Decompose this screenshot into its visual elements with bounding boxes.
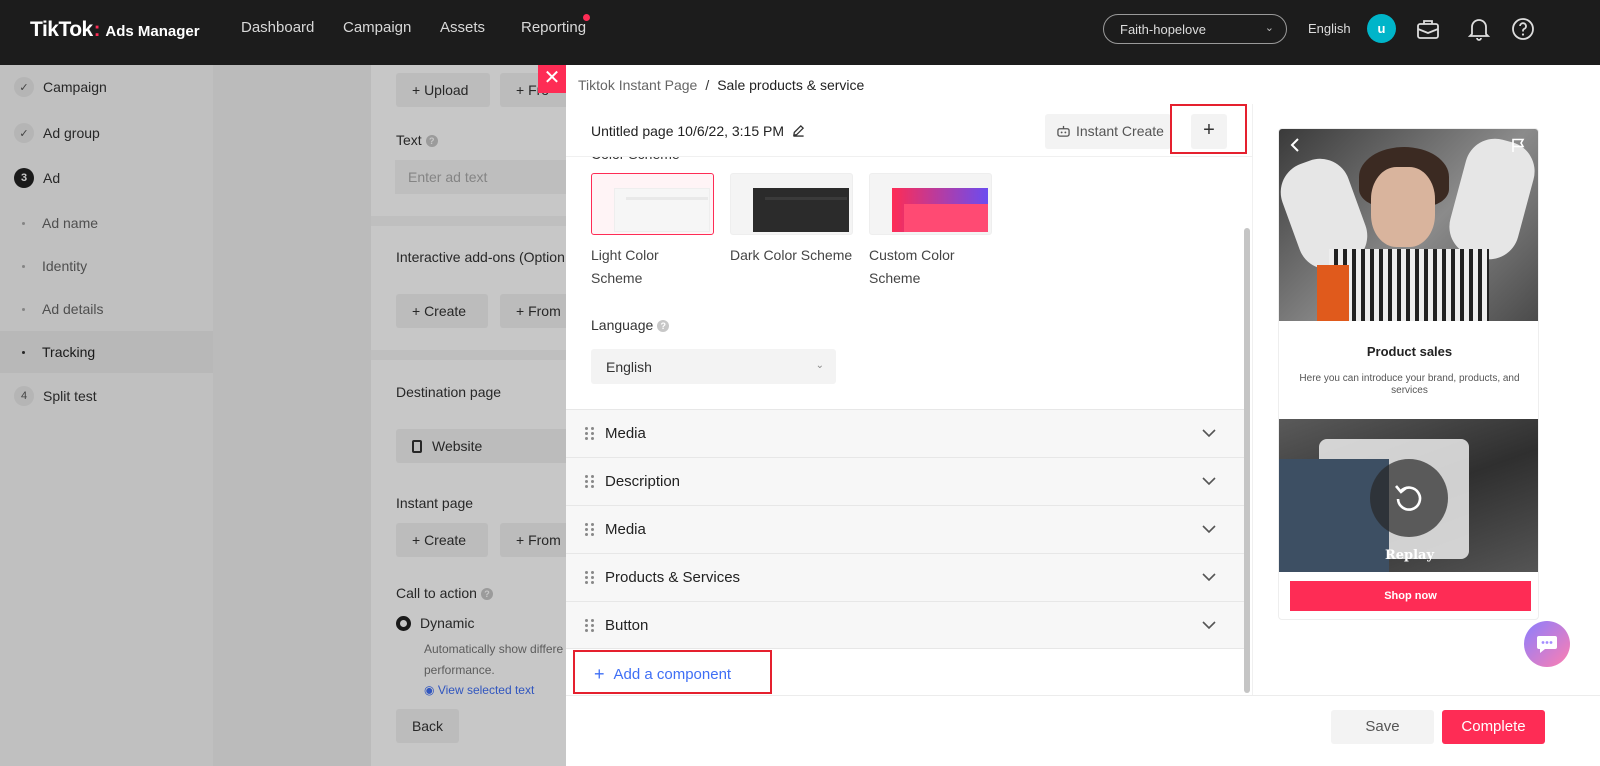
drag-handle-icon[interactable] — [585, 571, 595, 584]
breadcrumb-separator: / — [705, 77, 710, 93]
reporting-notification-dot — [583, 14, 590, 21]
page-title[interactable]: Untitled page 10/6/22, 3:15 PM — [591, 123, 805, 139]
chevron-down-icon[interactable] — [1202, 522, 1216, 536]
help-icon[interactable] — [1510, 16, 1536, 42]
chevron-down-icon: ⌄ — [1264, 22, 1274, 34]
breadcrumb-parent[interactable]: Tiktok Instant Page — [578, 77, 697, 93]
drag-handle-icon[interactable] — [585, 523, 595, 536]
account-selector[interactable]: Faith-hopelove ⌄ — [1103, 14, 1287, 44]
logo-sub-text: Ads Manager — [105, 23, 200, 40]
component-row-description[interactable]: Description — [566, 457, 1244, 505]
light-color-scheme-option[interactable] — [591, 173, 714, 235]
chat-support-button[interactable] — [1524, 621, 1570, 667]
back-arrow-icon[interactable] — [1289, 138, 1301, 152]
scheme-thumbnail — [753, 188, 849, 232]
shop-now-button[interactable]: Shop now — [1290, 581, 1531, 611]
bell-icon[interactable] — [1466, 16, 1492, 42]
scheme-thumbnail — [614, 188, 710, 232]
editor-scrollbar[interactable] — [1244, 228, 1250, 693]
image-detail — [1317, 265, 1349, 321]
help-icon[interactable]: ? — [657, 320, 670, 332]
component-row-media[interactable]: Media — [566, 505, 1244, 553]
scheme-thumbnail-line — [765, 197, 847, 200]
hero-image — [1279, 129, 1538, 321]
complete-button[interactable]: Complete — [1442, 710, 1545, 744]
highlight-box-add-component — [573, 650, 772, 694]
flag-icon[interactable] — [1511, 138, 1526, 153]
breadcrumb: Tiktok Instant Page / Sale products & serv… — [578, 77, 864, 93]
breadcrumb-current: Sale products & service — [717, 77, 865, 93]
modal-overlay[interactable] — [0, 65, 566, 766]
drag-handle-icon[interactable] — [585, 475, 595, 488]
save-button[interactable]: Save — [1331, 710, 1434, 744]
phone-preview: Product sales Here you can introduce you… — [1278, 128, 1539, 620]
close-drawer-button[interactable]: ✕ — [538, 65, 566, 93]
robot-icon — [1057, 125, 1070, 137]
logo-main-text: TikTok — [30, 18, 93, 41]
custom-color-scheme-option[interactable] — [869, 173, 992, 235]
component-row-media[interactable]: Media — [566, 409, 1244, 457]
preview-description: Here you can introduce your brand, produ… — [1299, 373, 1520, 396]
replay-label: Replay — [1384, 548, 1435, 563]
highlight-box-add-button — [1170, 104, 1247, 154]
dark-color-scheme-option[interactable] — [730, 173, 853, 235]
briefcase-icon[interactable] — [1415, 16, 1441, 42]
preview-video[interactable]: Replay — [1279, 419, 1538, 572]
drag-handle-icon[interactable] — [585, 618, 595, 632]
component-row-products-services[interactable]: Products & Services — [566, 553, 1244, 601]
chevron-down-icon[interactable] — [1202, 474, 1216, 488]
tiktok-ads-logo[interactable]: TikTok: Ads Manager — [30, 18, 200, 42]
language-switcher[interactable]: English — [1308, 21, 1351, 36]
logo-colon: : — [93, 19, 101, 41]
account-name: Faith-hopelove — [1120, 22, 1206, 37]
component-name: Button — [605, 616, 649, 634]
image-detail — [1371, 167, 1435, 247]
nav-assets[interactable]: Assets — [440, 19, 485, 36]
preview-title: Product sales — [1366, 344, 1453, 359]
drag-handle-icon[interactable] — [585, 427, 595, 440]
custom-scheme-name: Custom Color Scheme — [869, 247, 955, 286]
nav-campaign[interactable]: Campaign — [343, 19, 411, 36]
component-name: Products & Services — [605, 569, 741, 586]
chevron-down-icon[interactable] — [1202, 426, 1216, 440]
nav-dashboard[interactable]: Dashboard — [241, 19, 314, 36]
chevron-down-icon[interactable] — [1202, 618, 1216, 632]
dark-scheme-name: Dark Color Scheme — [730, 247, 853, 263]
light-scheme-name: Light Color Scheme — [591, 247, 659, 286]
chevron-down-icon: ⌄ — [815, 360, 824, 371]
scheme-thumbnail-line — [626, 197, 708, 200]
instant-create-button[interactable]: Instant Create — [1045, 114, 1171, 149]
language-select[interactable]: English ⌄ — [591, 349, 836, 384]
scheme-thumbnail-block — [904, 204, 988, 232]
component-name: Media — [605, 521, 646, 538]
nav-reporting[interactable]: Reporting — [521, 19, 586, 36]
instant-create-label: Instant Create — [1076, 123, 1164, 139]
language-label: Language? — [591, 317, 670, 333]
replay-icon[interactable] — [1392, 480, 1426, 514]
chat-icon — [1537, 636, 1557, 653]
edit-pencil-icon[interactable] — [792, 124, 805, 137]
component-name: Media — [605, 425, 646, 442]
chevron-down-icon[interactable] — [1202, 570, 1216, 584]
top-navbar: TikTok: Ads Manager Dashboard Campaign A… — [0, 0, 1600, 65]
component-row-button[interactable]: Button — [566, 601, 1244, 649]
language-value: English — [606, 359, 652, 375]
avatar[interactable]: u — [1367, 14, 1396, 43]
image-detail — [1329, 249, 1489, 321]
component-name: Description — [605, 473, 681, 490]
